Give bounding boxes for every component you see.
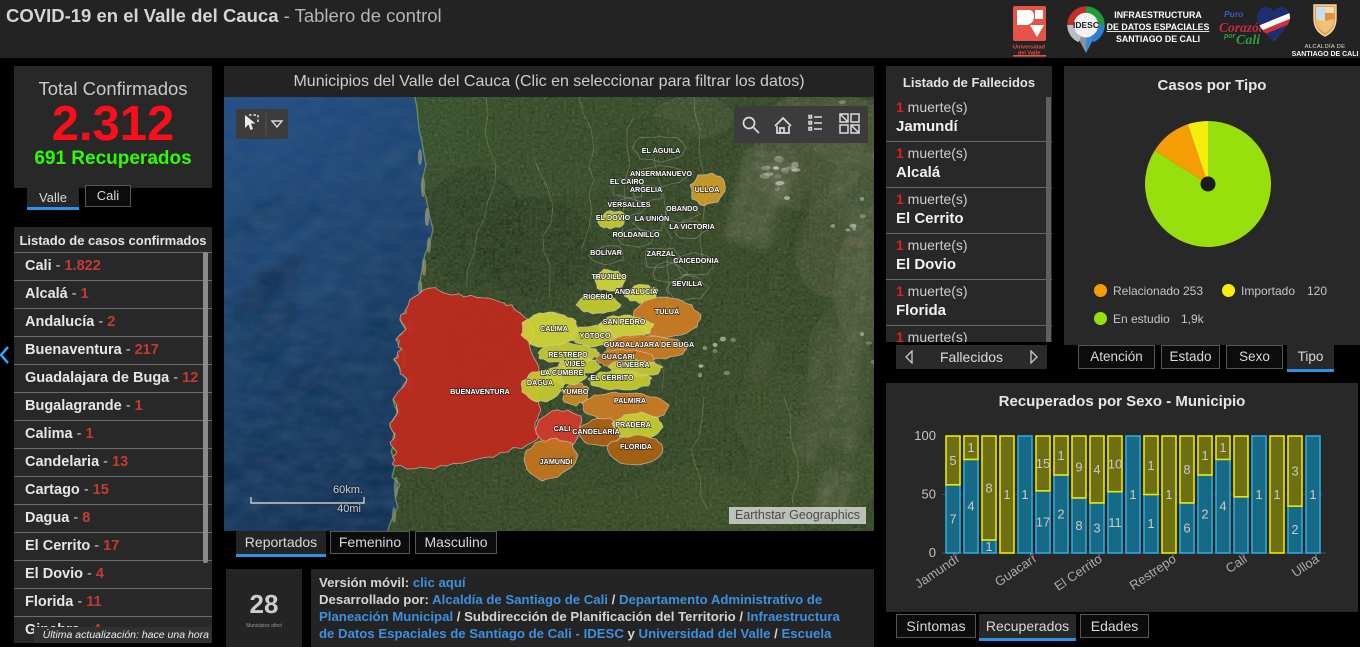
svg-text:Jamundí: Jamundí xyxy=(912,551,962,592)
svg-text:8: 8 xyxy=(985,481,992,496)
svg-text:FLORIDA: FLORIDA xyxy=(620,442,652,451)
svg-text:LA VICTORIA: LA VICTORIA xyxy=(669,222,715,231)
svg-text:0: 0 xyxy=(929,545,936,560)
svg-text:8: 8 xyxy=(1183,462,1190,477)
svg-text:DAGUA: DAGUA xyxy=(527,378,553,387)
svg-text:TULUÁ: TULUÁ xyxy=(655,307,679,316)
svg-text:LA UNIÓN: LA UNIÓN xyxy=(635,214,669,223)
svg-text:EL ÁGUILA: EL ÁGUILA xyxy=(642,146,681,155)
svg-text:Cali: Cali xyxy=(1223,551,1250,576)
svg-text:1: 1 xyxy=(1129,487,1136,502)
svg-text:1: 1 xyxy=(1021,487,1028,502)
svg-text:EL CERRITO: EL CERRITO xyxy=(590,373,634,382)
svg-text:BOLÍVAR: BOLÍVAR xyxy=(590,248,623,257)
svg-text:PALMIRA: PALMIRA xyxy=(614,396,646,405)
svg-text:1: 1 xyxy=(985,539,992,554)
svg-text:6: 6 xyxy=(1183,520,1190,535)
svg-text:IDESC: IDESC xyxy=(1073,20,1099,30)
svg-text:SANTIAGO DE CALI: SANTIAGO DE CALI xyxy=(1292,51,1358,58)
svg-text:LA CUMBRE: LA CUMBRE xyxy=(541,368,584,377)
svg-text:BUENAVENTURA: BUENAVENTURA xyxy=(450,387,510,396)
svg-text:VERSALLES: VERSALLES xyxy=(607,200,650,209)
svg-text:SEVILLA: SEVILLA xyxy=(672,279,702,288)
svg-text:INFRAESTRUCTURA: INFRAESTRUCTURA xyxy=(1114,10,1202,20)
svg-text:SANTIAGO DE CALI: SANTIAGO DE CALI xyxy=(1116,34,1200,44)
svg-text:100: 100 xyxy=(914,428,936,443)
svg-text:JAMUNDÍ: JAMUNDÍ xyxy=(540,457,574,466)
svg-text:Guacarí: Guacarí xyxy=(992,551,1039,590)
svg-text:1: 1 xyxy=(1165,487,1172,502)
svg-text:1: 1 xyxy=(1057,448,1064,463)
svg-text:YUMBO: YUMBO xyxy=(562,387,589,396)
svg-text:15: 15 xyxy=(1036,456,1050,471)
svg-text:5: 5 xyxy=(949,453,956,468)
svg-text:9: 9 xyxy=(1075,460,1082,475)
svg-text:El Cerrito: El Cerrito xyxy=(1051,551,1104,594)
svg-text:17: 17 xyxy=(1036,514,1050,529)
svg-text:OBANDO: OBANDO xyxy=(666,204,698,213)
svg-text:TRUJILLO: TRUJILLO xyxy=(591,272,627,281)
svg-text:3: 3 xyxy=(1291,464,1298,479)
svg-text:1: 1 xyxy=(1309,487,1316,502)
svg-text:8: 8 xyxy=(1075,518,1082,533)
svg-text:RESTREPO: RESTREPO xyxy=(548,350,588,359)
svg-text:1: 1 xyxy=(1201,448,1208,463)
svg-text:SAN PEDRO: SAN PEDRO xyxy=(603,317,646,326)
svg-text:PRADERA: PRADERA xyxy=(615,420,651,429)
svg-text:1: 1 xyxy=(1255,487,1262,502)
svg-text:ROLDANILLO: ROLDANILLO xyxy=(612,230,660,239)
svg-text:CANDELARIA: CANDELARIA xyxy=(572,427,620,436)
svg-text:DE DATOS ESPACIALES: DE DATOS ESPACIALES xyxy=(1107,22,1210,32)
svg-text:50: 50 xyxy=(922,487,936,502)
svg-text:por: por xyxy=(1223,33,1237,40)
svg-text:2: 2 xyxy=(1201,507,1208,522)
svg-text:Ulloa: Ulloa xyxy=(1289,551,1323,580)
svg-text:CALIMA: CALIMA xyxy=(540,324,568,333)
svg-text:ARGELIA: ARGELIA xyxy=(630,185,662,194)
svg-text:GINEBRA: GINEBRA xyxy=(616,360,649,369)
svg-text:EL DOVIO: EL DOVIO xyxy=(596,213,631,222)
svg-text:4: 4 xyxy=(1093,462,1100,477)
svg-text:ANDALUCÍA: ANDALUCÍA xyxy=(615,287,658,296)
svg-text:GUADALAJARA DE BUGA: GUADALAJARA DE BUGA xyxy=(604,340,694,349)
svg-text:4: 4 xyxy=(1219,499,1226,514)
svg-text:1: 1 xyxy=(1003,487,1010,502)
svg-text:YOTOCO: YOTOCO xyxy=(579,331,610,340)
svg-text:ZARZAL: ZARZAL xyxy=(647,249,676,258)
svg-text:3: 3 xyxy=(1093,520,1100,535)
svg-text:VIJES: VIJES xyxy=(565,359,586,368)
svg-text:ULLOA: ULLOA xyxy=(695,185,720,194)
svg-text:2: 2 xyxy=(1057,507,1064,522)
svg-text:Cali: Cali xyxy=(1236,33,1260,48)
svg-text:7: 7 xyxy=(949,511,956,526)
svg-text:RIOFRÍO: RIOFRÍO xyxy=(583,292,613,301)
svg-text:1: 1 xyxy=(1219,440,1226,455)
svg-text:Puro: Puro xyxy=(1224,9,1243,19)
svg-text:11: 11 xyxy=(1108,515,1122,530)
svg-text:4: 4 xyxy=(967,499,974,514)
svg-text:ALCALDÍA DE: ALCALDÍA DE xyxy=(1305,43,1346,50)
svg-text:CAICEDONIA: CAICEDONIA xyxy=(673,256,719,265)
svg-text:Restrepo: Restrepo xyxy=(1127,551,1179,593)
svg-text:2: 2 xyxy=(1291,522,1298,537)
svg-text:1: 1 xyxy=(1273,487,1280,502)
svg-text:1: 1 xyxy=(1147,458,1154,473)
svg-text:10: 10 xyxy=(1108,456,1122,471)
svg-text:CALI: CALI xyxy=(554,424,571,433)
svg-text:1: 1 xyxy=(967,440,974,455)
svg-text:1: 1 xyxy=(1147,516,1154,531)
